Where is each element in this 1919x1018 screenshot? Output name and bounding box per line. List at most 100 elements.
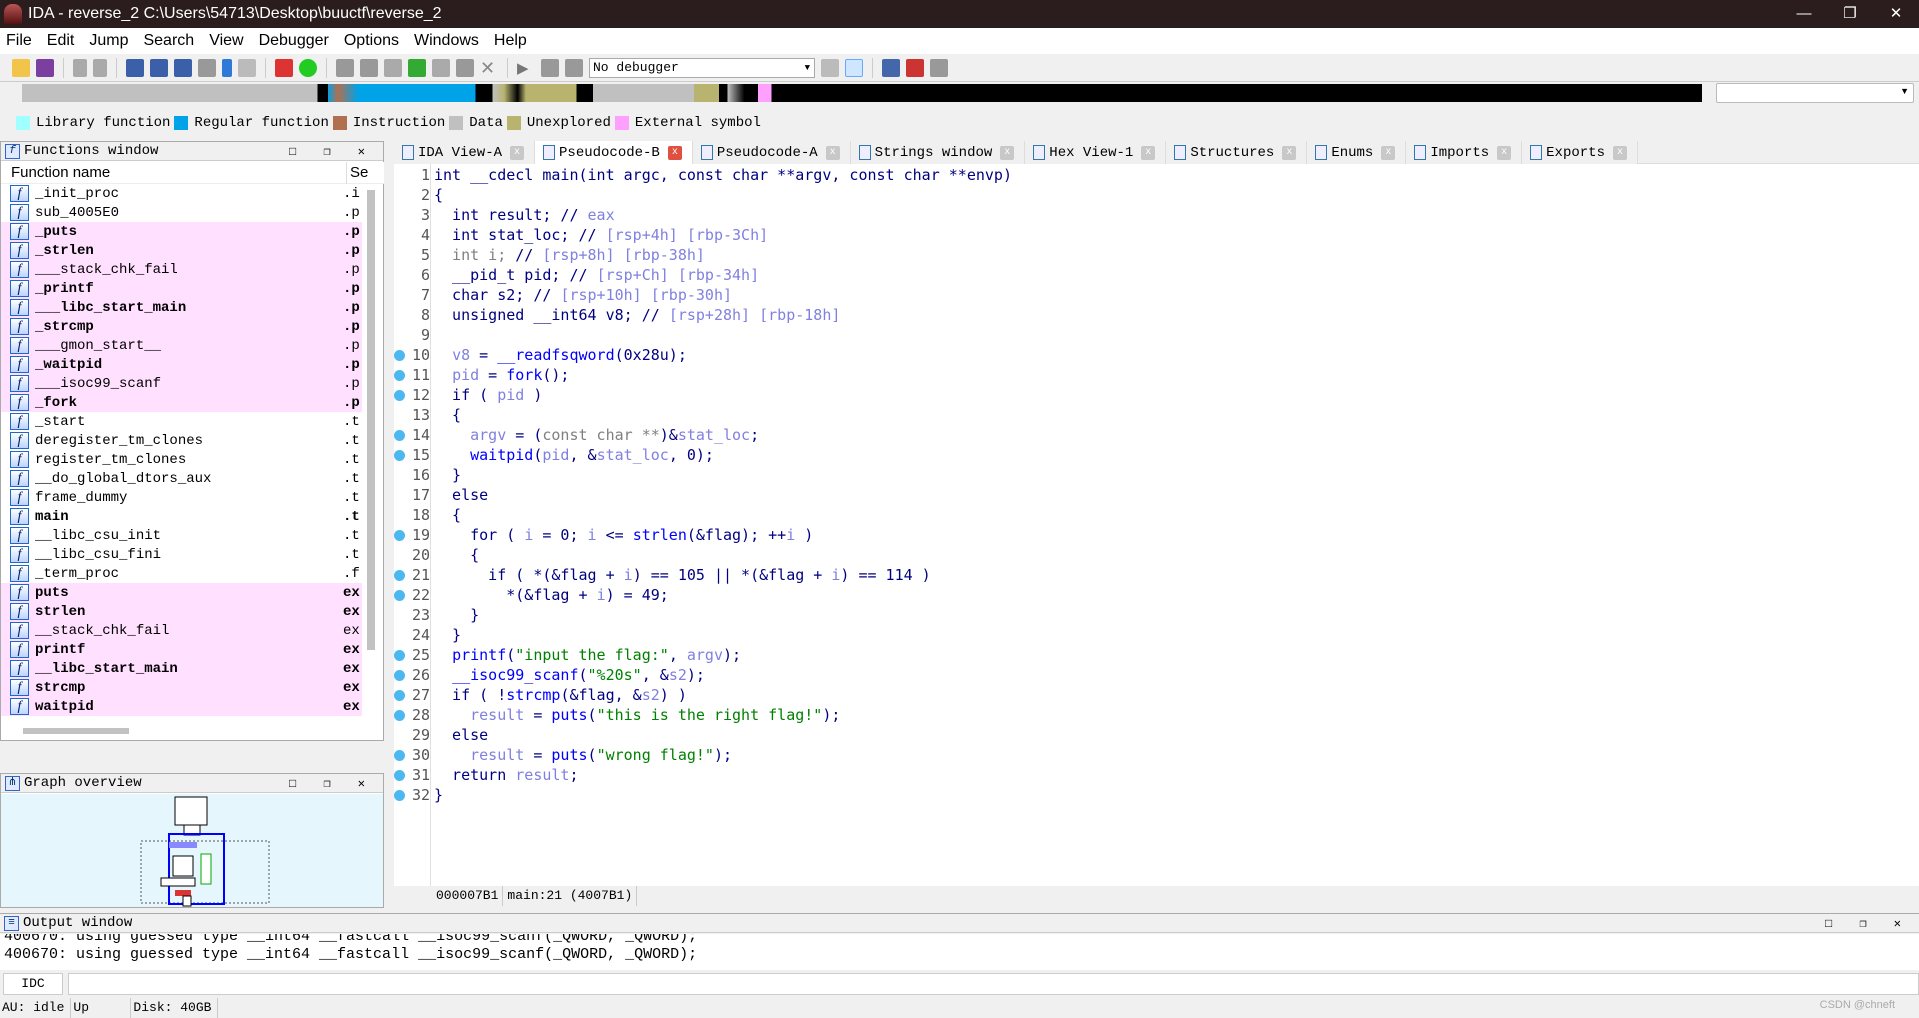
add-breakpoint-icon[interactable] (906, 58, 924, 77)
code-line[interactable]: 30 result = puts("wrong flag!"); (394, 745, 1894, 765)
panel-controls[interactable]: □ ❐ ✕ (289, 776, 375, 791)
tab-close-icon[interactable]: x (825, 145, 840, 160)
code-line[interactable]: 24 } (394, 625, 1894, 645)
tab-close-icon[interactable]: x (667, 145, 682, 160)
restore-button[interactable]: ❐ (1827, 0, 1873, 28)
code-line[interactable]: 11 pid = fork(); (394, 365, 1894, 385)
function-row[interactable]: f strlen ex (1, 602, 362, 621)
navigation-band[interactable] (22, 84, 1702, 102)
code-line[interactable]: 27 if ( !strcmp(&flag, &s2) ) (394, 685, 1894, 705)
horizontal-scrollbar[interactable] (23, 728, 129, 734)
tab-close-icon[interactable]: x (1497, 145, 1512, 160)
immediate-search-icon[interactable] (174, 58, 192, 77)
code-line[interactable]: 29 else (394, 725, 1894, 745)
code-line[interactable]: 9 (394, 325, 1894, 345)
tab-structures[interactable]: Structures x (1166, 141, 1308, 164)
code-line[interactable]: 15 waitpid(pid, &stat_loc, 0); (394, 445, 1894, 465)
function-row[interactable]: f ___stack_chk_fail .p (1, 260, 362, 279)
menu-view[interactable]: View (209, 32, 243, 50)
menu-debugger[interactable]: Debugger (259, 32, 329, 50)
run-analysis-icon[interactable] (299, 58, 317, 77)
function-row[interactable]: f __libc_start_main ex (1, 659, 362, 678)
code-line[interactable]: 18 { (394, 505, 1894, 525)
idc-command-input[interactable] (68, 973, 1919, 995)
function-row[interactable]: f strcmp ex (1, 678, 362, 697)
code-line[interactable]: 23 } (394, 605, 1894, 625)
menu-edit[interactable]: Edit (47, 32, 75, 50)
function-row[interactable]: f __stack_chk_fail ex (1, 621, 362, 640)
function-row[interactable]: f ___isoc99_scanf .p (1, 374, 362, 393)
function-row[interactable]: f waitpid ex (1, 697, 362, 716)
menu-search[interactable]: Search (143, 32, 194, 50)
function-row[interactable]: f _puts .p (1, 222, 362, 241)
tab-pseudocode-a[interactable]: Pseudocode-A x (692, 141, 851, 164)
code-line[interactable]: 14 argv = (const char **)&stat_loc; (394, 425, 1894, 445)
function-row[interactable]: f __libc_csu_fini .t (1, 545, 362, 564)
panel-controls[interactable]: □ ❐ ✕ (289, 144, 375, 159)
tab-pseudocode-b[interactable]: Pseudocode-B x (535, 141, 693, 164)
menu-windows[interactable]: Windows (414, 32, 479, 50)
navigation-combo[interactable] (1716, 83, 1914, 103)
edit-icon[interactable] (456, 58, 474, 77)
menu-jump[interactable]: Jump (89, 32, 128, 50)
function-row[interactable]: f frame_dummy .t (1, 488, 362, 507)
tab-strings-window[interactable]: Strings window x (850, 141, 1026, 164)
tab-close-icon[interactable]: x (510, 145, 525, 160)
tab-hex-view-1[interactable]: Hex View-1 x (1025, 141, 1167, 164)
graph-overview-canvas[interactable] (1, 794, 383, 907)
code-line[interactable]: 8 unsigned __int64 v8; // [rsp+28h] [rbp… (394, 305, 1894, 325)
tab-close-icon[interactable]: x (1141, 145, 1156, 160)
code-line[interactable]: 12 if ( pid ) (394, 385, 1894, 405)
start-icon[interactable]: ▶ (517, 59, 535, 77)
function-row[interactable]: f _strcmp .p (1, 317, 362, 336)
code-line[interactable]: 32} (394, 785, 1894, 805)
function-row[interactable]: f _term_proc .f (1, 564, 362, 583)
add-segment-icon[interactable] (408, 58, 426, 77)
code-line[interactable]: 6 __pid_t pid; // [rsp+Ch] [rbp-34h] (394, 265, 1894, 285)
tab-close-icon[interactable]: x (1000, 145, 1015, 160)
function-row[interactable]: f register_tm_clones .t (1, 450, 362, 469)
trace-icon[interactable] (821, 58, 839, 77)
function-row[interactable]: f _fork .p (1, 393, 362, 412)
column-segment[interactable]: Se (346, 162, 368, 184)
menu-help[interactable]: Help (494, 32, 527, 50)
code-line[interactable]: 17 else (394, 485, 1894, 505)
code-line[interactable]: 4 int stat_loc; // [rsp+4h] [rbp-3Ch] (394, 225, 1894, 245)
undefine-icon[interactable]: ✕ (480, 59, 498, 77)
code-line[interactable]: 21 if ( *(&flag + i) == 105 || *(&flag +… (394, 565, 1894, 585)
find-next-icon[interactable] (198, 58, 216, 77)
function-row[interactable]: f __libc_csu_init .t (1, 526, 362, 545)
function-row[interactable]: f _init_proc .i (1, 184, 362, 203)
code-line[interactable]: 19 for ( i = 0; i <= strlen(&flag); ++i … (394, 525, 1894, 545)
code-line[interactable]: 25 printf("input the flag:", argv); (394, 645, 1894, 665)
tab-ida-view-a[interactable]: IDA View-A x (394, 141, 536, 164)
patch-icon[interactable] (432, 58, 450, 77)
text-search-icon[interactable] (126, 58, 144, 77)
column-function-name[interactable]: Function name (11, 164, 110, 181)
tab-close-icon[interactable]: x (1612, 145, 1627, 160)
jump-up-icon[interactable] (222, 58, 232, 77)
tab-enums[interactable]: Enums x (1307, 141, 1407, 164)
panel-controls[interactable]: □ ❐ ✕ (1825, 916, 1911, 931)
code-line[interactable]: 2{ (394, 185, 1894, 205)
function-row[interactable]: f ___libc_start_main .p (1, 298, 362, 317)
save-icon[interactable] (36, 58, 54, 77)
delete-breakpoint-icon[interactable] (930, 58, 948, 77)
function-row[interactable]: f _printf .p (1, 279, 362, 298)
code-line[interactable]: 5 int i; // [rsp+8h] [rbp-38h] (394, 245, 1894, 265)
xref-icon[interactable] (238, 58, 256, 77)
code-line[interactable]: 7 char s2; // [rsp+10h] [rbp-30h] (394, 285, 1894, 305)
decompile-icon[interactable] (845, 58, 863, 77)
debugger-select[interactable]: No debugger (589, 57, 815, 78)
function-row[interactable]: f _strlen .p (1, 241, 362, 260)
function-row[interactable]: f puts ex (1, 583, 362, 602)
code-line[interactable]: 26 __isoc99_scanf("%20s", &s2); (394, 665, 1894, 685)
code-line[interactable]: 10 v8 = __readfsqword(0x28u); (394, 345, 1894, 365)
code-icon[interactable] (336, 58, 354, 77)
output-text[interactable]: 400670: using guessed type __int64 __fas… (0, 934, 1919, 970)
tab-imports[interactable]: Imports x (1406, 141, 1523, 164)
function-row[interactable]: f __do_global_dtors_aux .t (1, 469, 362, 488)
function-row[interactable]: f printf ex (1, 640, 362, 659)
vertical-scrollbar[interactable] (367, 190, 375, 650)
function-row[interactable]: f sub_4005E0 .p (1, 203, 362, 222)
